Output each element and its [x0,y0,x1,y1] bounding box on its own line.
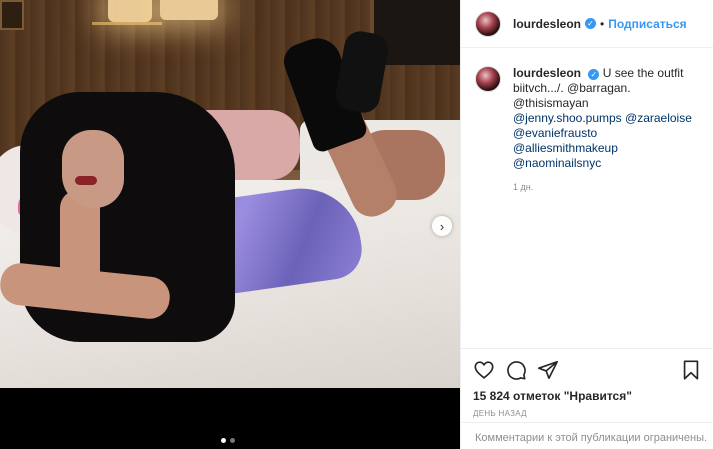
comment-icon[interactable] [505,359,527,381]
lips [75,176,97,185]
caption-verified-icon: ✓ [588,69,600,80]
caption-mentions-2[interactable]: @evaniefrausto @alliesmithmakeup [513,126,693,156]
bookmark-icon[interactable] [680,359,702,381]
likes-count[interactable]: 15 824 отметок "Нравится" [473,389,702,403]
caption-body: lourdesleon ✓ U see the outfit biitvch..… [513,66,693,195]
caption-avatar[interactable] [475,66,501,92]
carousel-indicator [221,438,235,443]
post-age[interactable]: ДЕНЬ НАЗАД [473,409,702,418]
caption-timestamp[interactable]: 1 дн. [513,180,693,195]
header-username[interactable]: lourdesleon [513,17,581,31]
face [62,130,124,208]
heart-icon[interactable] [473,359,495,381]
action-icons [473,355,702,385]
carousel-dot-1 [221,438,226,443]
carousel-next-button[interactable]: › [432,216,452,236]
caption-username[interactable]: lourdesleon [513,66,581,80]
avatar[interactable] [475,10,501,37]
share-icon[interactable] [537,359,559,381]
separator-dot: • [600,16,605,31]
caption: lourdesleon ✓ U see the outfit biitvch..… [461,48,713,195]
post-media: › [0,0,460,449]
lamp-shade [108,0,152,22]
follow-button[interactable]: Подписаться [608,17,686,31]
caption-mentions-1[interactable]: @jenny.shoo.pumps @zaraeloise [513,111,693,126]
lamp-arm [92,22,162,25]
post-view: › lourdesleon ✓ • Подписаться lourdesleo… [0,0,713,449]
post-header: lourdesleon ✓ • Подписаться [461,0,713,48]
chevron-right-icon: › [439,218,445,234]
picture-frame [0,0,24,30]
comments-restricted-notice: Комментарии к этой публикации ограничены… [461,422,713,444]
post-photo[interactable] [0,0,460,388]
post-sidebar: lourdesleon ✓ • Подписаться lourdesleon … [460,0,713,449]
carousel-dot-2 [230,438,235,443]
caption-mentions-3[interactable]: @naominailsnyc [513,156,693,171]
post-actions: 15 824 отметок "Нравится" ДЕНЬ НАЗАД [461,348,713,418]
lamp-shade-2 [160,0,218,20]
verified-icon: ✓ [585,18,597,29]
